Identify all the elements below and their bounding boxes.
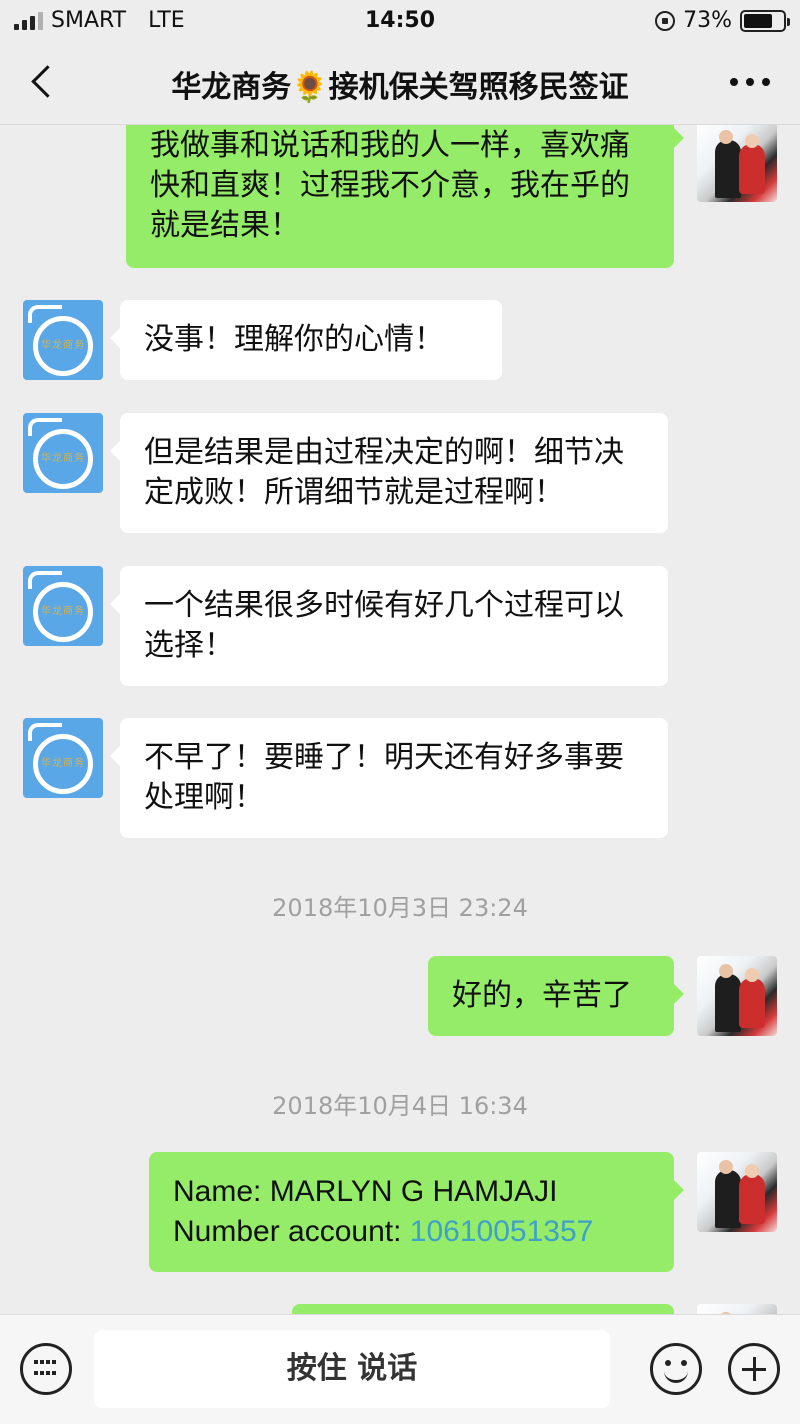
back-icon[interactable] bbox=[28, 64, 58, 100]
my-avatar[interactable] bbox=[697, 124, 777, 202]
message-bubble-incoming[interactable]: 一个结果很多时候有好几个过程可以选择！ bbox=[110, 566, 668, 686]
account-name-line: Name: MARLYN G HAMJAJI bbox=[173, 1175, 558, 1208]
account-number-link[interactable]: 10610051357 bbox=[410, 1215, 594, 1248]
my-avatar[interactable] bbox=[697, 1152, 777, 1232]
contact-avatar[interactable]: 华龙商务 bbox=[23, 718, 103, 798]
emoji-icon[interactable] bbox=[650, 1343, 702, 1395]
my-avatar[interactable] bbox=[697, 956, 777, 1036]
account-label: Number account: bbox=[173, 1215, 410, 1248]
hold-to-talk-button[interactable]: 按住 说话 bbox=[94, 1330, 610, 1408]
contact-logo-text: 华龙商务 bbox=[41, 758, 85, 769]
message-text: 好的，辛苦了 bbox=[452, 978, 632, 1013]
keyboard-icon[interactable] bbox=[20, 1343, 72, 1395]
contact-logo-text: 华龙商务 bbox=[41, 606, 85, 617]
message-timestamp: 2018年10月4日 16:34 bbox=[272, 1092, 528, 1120]
message-text: 一个结果很多时候有好几个过程可以选择！ bbox=[144, 588, 624, 663]
message-text: 我做事和说话和我的人一样，喜欢痛快和直爽！过程我不介意，我在乎的就是结果！ bbox=[150, 128, 630, 243]
status-bar: SMART LTE 14:50 73% bbox=[0, 0, 800, 40]
message-bubble-outgoing[interactable]: 我做事和说话和我的人一样，喜欢痛快和直爽！过程我不介意，我在乎的就是结果！ bbox=[126, 124, 684, 268]
message-bubble-incoming[interactable]: 不早了！要睡了！明天还有好多事要处理啊！ bbox=[110, 718, 668, 838]
contact-avatar[interactable]: 华龙商务 bbox=[23, 300, 103, 380]
message-bubble-outgoing[interactable]: Name: MARLYN G HAMJAJI Number account: 1… bbox=[149, 1152, 684, 1272]
input-bar: 按住 说话 bbox=[0, 1314, 800, 1424]
rotation-lock-icon bbox=[655, 10, 676, 31]
chat-title: 华龙商务🌻接机保关驾照移民签证 bbox=[171, 70, 629, 105]
message-text: 没事！理解你的心情！ bbox=[144, 322, 444, 357]
battery-percent: 73% bbox=[683, 8, 732, 33]
battery-icon bbox=[740, 9, 790, 32]
contact-avatar[interactable]: 华龙商务 bbox=[23, 566, 103, 646]
chat-header: 华龙商务🌻接机保关驾照移民签证 bbox=[0, 40, 800, 125]
my-avatar[interactable] bbox=[697, 1304, 777, 1314]
message-bubble-outgoing[interactable]: 好的，辛苦了 bbox=[428, 956, 684, 1036]
add-icon[interactable] bbox=[728, 1343, 780, 1395]
contact-avatar[interactable]: 华龙商务 bbox=[23, 413, 103, 493]
message-text: 不早了！要睡了！明天还有好多事要处理啊！ bbox=[144, 740, 624, 815]
battery-fill bbox=[744, 13, 772, 28]
account-number-line: Number account: 10610051357 bbox=[173, 1212, 650, 1252]
message-text: 但是结果是由过程决定的啊！细节决定成败！所谓细节就是过程啊！ bbox=[144, 435, 624, 510]
message-bubble-outgoing[interactable] bbox=[292, 1304, 674, 1314]
contact-logo-text: 华龙商务 bbox=[41, 453, 85, 464]
message-timestamp: 2018年10月3日 23:24 bbox=[272, 894, 528, 922]
more-options-icon[interactable] bbox=[730, 78, 770, 88]
message-bubble-incoming[interactable]: 但是结果是由过程决定的啊！细节决定成败！所谓细节就是过程啊！ bbox=[110, 413, 668, 533]
message-bubble-incoming[interactable]: 没事！理解你的心情！ bbox=[110, 300, 502, 380]
message-list[interactable]: 我做事和说话和我的人一样，喜欢痛快和直爽！过程我不介意，我在乎的就是结果！ 华龙… bbox=[0, 124, 800, 1314]
contact-logo-text: 华龙商务 bbox=[41, 340, 85, 351]
